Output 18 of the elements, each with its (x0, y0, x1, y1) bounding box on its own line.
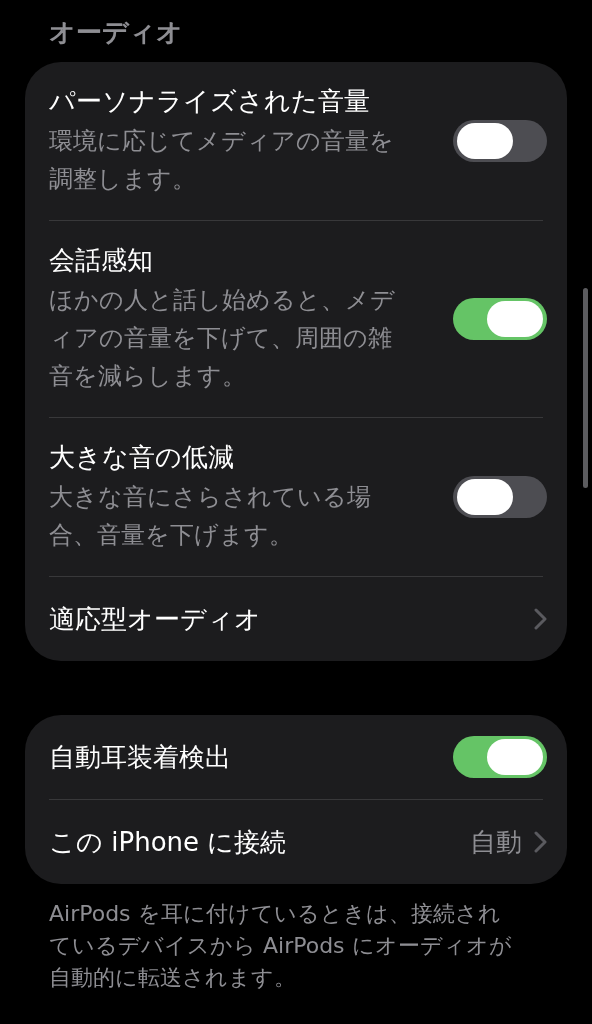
chevron-icon (534, 831, 547, 853)
row-description: ほかの人と話し始めると、メディアの音量を下げて、周囲の雑音を減らします。 (49, 285, 396, 392)
row-description: 環境に応じてメディアの音量を調整します。 (49, 126, 395, 195)
toggle-switch[interactable] (453, 120, 547, 162)
footer-note: AirPods を耳に付けているときは、接続されているデバイスから AirPods にオーディオが自動的に転送されます。 (49, 900, 513, 992)
row-title: 適応型オーディオ (49, 603, 262, 636)
chevron-icon (534, 608, 547, 630)
section-header: オーディオ (48, 16, 184, 49)
row-title: この iPhone に接続 (49, 826, 288, 859)
row-title: 自動耳装着検出 (49, 741, 232, 774)
toggle-switch[interactable] (453, 736, 547, 778)
row-title: パーソナライズされた音量 (49, 85, 371, 118)
row-value: 自動 (470, 825, 522, 859)
row-description: 大きな音にさらされている場合、音量を下げます。 (49, 482, 372, 551)
row-title: 大きな音の低減 (49, 441, 235, 474)
row-title: 会話感知 (49, 244, 154, 277)
toggle-switch[interactable] (453, 476, 547, 518)
toggle-switch[interactable] (453, 298, 547, 340)
